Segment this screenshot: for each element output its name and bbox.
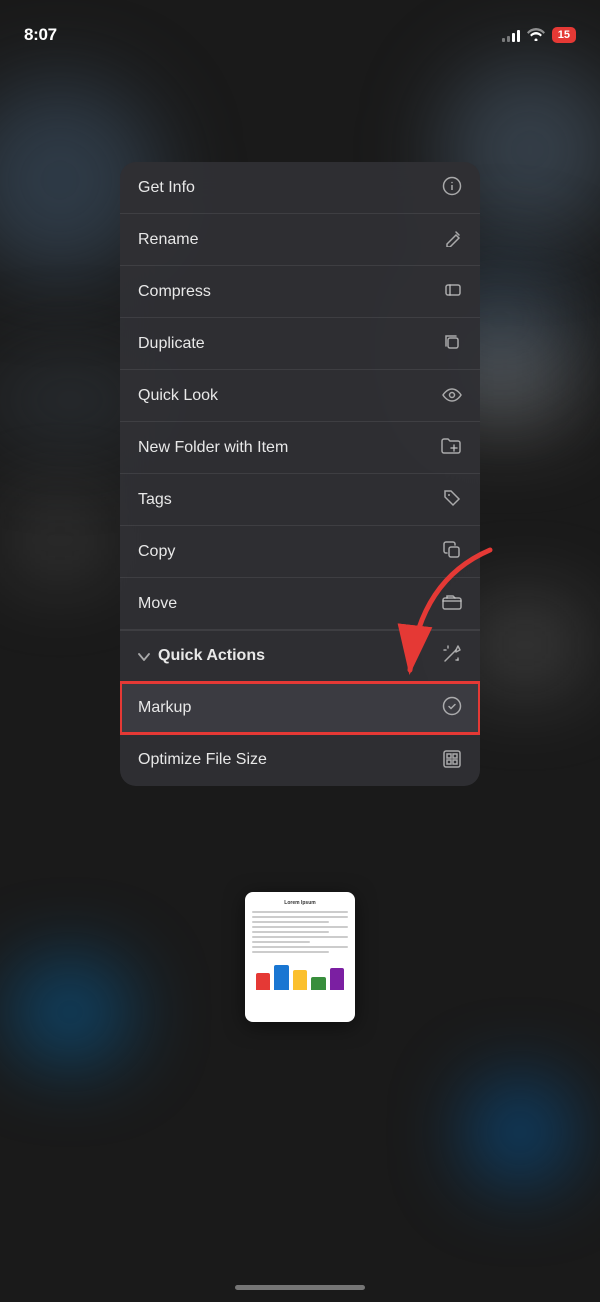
rename-icon xyxy=(444,229,462,250)
menu-item-get-info[interactable]: Get Info xyxy=(120,162,480,214)
doc-content: Lorem Ipsum xyxy=(245,892,355,1022)
home-indicator xyxy=(235,1285,365,1290)
menu-item-optimize-file-size[interactable]: Optimize File Size xyxy=(120,734,480,786)
doc-line-3 xyxy=(252,921,329,923)
doc-line-9 xyxy=(252,951,329,953)
menu-item-copy[interactable]: Copy xyxy=(120,526,480,578)
doc-line-1 xyxy=(252,911,348,913)
chevron-down-icon xyxy=(138,649,150,664)
markup-icon xyxy=(442,696,462,719)
menu-item-new-folder-with-item[interactable]: New Folder with Item xyxy=(120,422,480,474)
bg-blob-5 xyxy=(470,1082,570,1182)
doc-line-4 xyxy=(252,926,348,928)
optimize-icon xyxy=(442,749,462,772)
duplicate-icon xyxy=(442,332,462,355)
magic-wand-icon xyxy=(442,644,462,669)
new-folder-icon xyxy=(440,437,462,458)
menu-item-compress[interactable]: Compress xyxy=(120,266,480,318)
signal-icon xyxy=(502,28,520,42)
doc-title: Lorem Ipsum xyxy=(252,900,348,906)
menu-item-quick-look[interactable]: Quick Look xyxy=(120,370,480,422)
battery-indicator: 15 xyxy=(552,27,576,43)
quick-actions-header[interactable]: Quick Actions xyxy=(120,630,480,682)
bg-blob-white-2 xyxy=(470,600,580,690)
bg-blob-4 xyxy=(10,962,130,1062)
doc-chart xyxy=(252,962,348,990)
bg-blob-white-3 xyxy=(10,500,110,580)
chart-bar-3 xyxy=(293,970,307,990)
signal-bar-1 xyxy=(502,38,505,42)
context-menu: Get Info Rename Compress xyxy=(120,162,480,786)
doc-line-8 xyxy=(252,946,348,948)
signal-bar-3 xyxy=(512,33,515,42)
signal-bar-2 xyxy=(507,36,510,42)
menu-item-duplicate[interactable]: Duplicate xyxy=(120,318,480,370)
chart-bar-5 xyxy=(330,968,344,990)
menu-item-tags[interactable]: Tags xyxy=(120,474,480,526)
copy-icon xyxy=(442,540,462,563)
status-bar: 8:07 15 xyxy=(0,0,600,56)
signal-bar-4 xyxy=(517,30,520,42)
menu-item-move[interactable]: Move xyxy=(120,578,480,630)
menu-item-rename[interactable]: Rename xyxy=(120,214,480,266)
menu-item-markup[interactable]: Markup xyxy=(120,682,480,734)
doc-line-7 xyxy=(252,941,310,943)
move-icon xyxy=(442,594,462,613)
status-icons: 15 xyxy=(502,27,576,44)
compress-icon xyxy=(444,281,462,302)
info-icon xyxy=(442,176,462,199)
doc-line-6 xyxy=(252,936,348,938)
wifi-icon xyxy=(527,27,545,44)
chart-bar-4 xyxy=(311,977,325,990)
doc-line-2 xyxy=(252,916,348,918)
eye-icon xyxy=(442,387,462,405)
status-time: 8:07 xyxy=(24,25,57,45)
document-thumbnail: Lorem Ipsum xyxy=(245,892,355,1022)
quick-actions-left: Quick Actions xyxy=(138,647,265,665)
chart-bar-2 xyxy=(274,965,288,990)
tags-icon xyxy=(442,488,462,511)
chart-bar-1 xyxy=(256,973,270,990)
doc-line-5 xyxy=(252,931,329,933)
